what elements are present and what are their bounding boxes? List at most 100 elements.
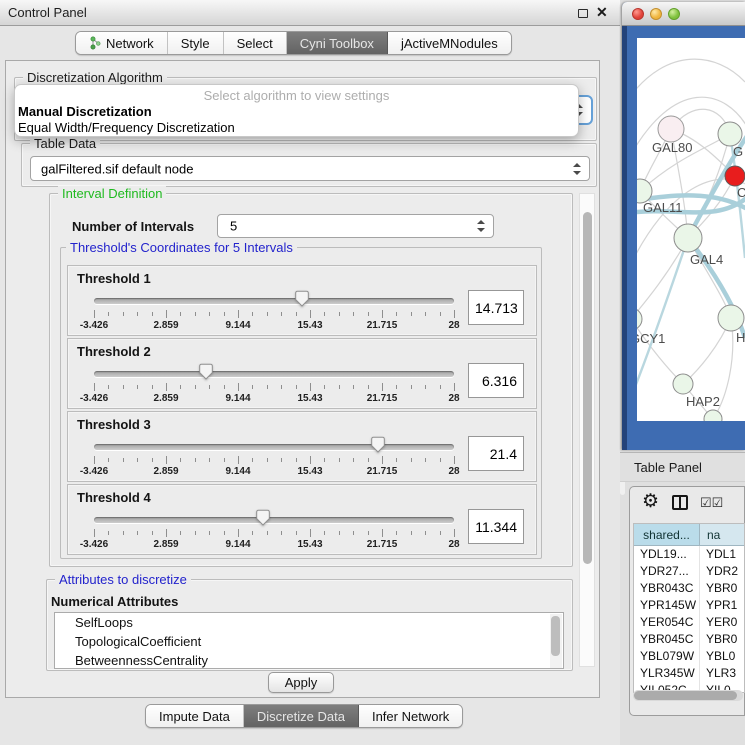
cell-name: YER0	[700, 614, 744, 631]
table-row[interactable]: YLR345WYLR3	[634, 665, 744, 682]
attribute-list-item[interactable]: SelfLoops	[55, 613, 563, 632]
threshold-1-value-field[interactable]	[468, 290, 524, 325]
network-window-frame: GAL80GCGAL11GAL4GCY1HHAP2	[622, 26, 745, 450]
network-node[interactable]	[674, 224, 702, 252]
popup-option-equal-width[interactable]: Equal Width/Frequency Discretization	[15, 120, 578, 136]
table-row[interactable]: YDL19...YDL1	[634, 546, 744, 563]
tick-label: 9.144	[225, 393, 250, 404]
slider-thumb[interactable]	[256, 509, 271, 526]
threshold-2-value-field[interactable]	[468, 363, 524, 398]
popup-placeholder: Select algorithm to view settings	[15, 88, 578, 104]
threshold-slider[interactable]: -3.4262.8599.14415.4321.71528	[94, 290, 454, 334]
tab-cyni-toolbox[interactable]: Cyni Toolbox	[287, 32, 388, 54]
table-row[interactable]: YBR045CYBR0	[634, 631, 744, 648]
float-window-icon[interactable]	[578, 9, 588, 18]
mac-zoom-button[interactable]	[668, 8, 680, 20]
column-header-name[interactable]: na	[700, 524, 744, 545]
popup-option-manual-discretization[interactable]: Manual Discretization	[15, 104, 578, 120]
slider-ticks	[94, 382, 454, 392]
cell-name: YPR1	[700, 597, 744, 614]
interval-definition-group: Interval Definition Number of Intervals …	[49, 193, 573, 567]
cell-name: YDL1	[700, 546, 744, 563]
gear-icon[interactable]: ⚙	[642, 490, 659, 513]
combobox-value: galFiltered.sif default node	[41, 161, 193, 176]
attribute-list-item[interactable]: BetweennessCentrality	[55, 651, 563, 669]
list-scrollbar-thumb[interactable]	[551, 616, 560, 656]
network-node[interactable]	[718, 122, 742, 146]
column-layout-icon[interactable]	[672, 495, 688, 510]
network-window-titlebar	[622, 2, 745, 26]
cell-shared-name: YDL19...	[634, 546, 700, 563]
table-horizontal-scrollbar[interactable]	[633, 690, 743, 701]
network-node[interactable]	[718, 305, 744, 331]
tick-label: 21.715	[367, 320, 398, 331]
table-toolbar: ⚙ ☑☑	[630, 487, 744, 521]
table-row[interactable]: YER054CYER0	[634, 614, 744, 631]
slider-track[interactable]	[94, 371, 454, 377]
number-of-intervals-combobox[interactable]: 5	[217, 214, 494, 238]
slider-track[interactable]	[94, 517, 454, 523]
network-canvas[interactable]: GAL80GCGAL11GAL4GCY1HHAP2	[637, 38, 745, 421]
tick-label: 21.715	[367, 393, 398, 404]
tab-infer-network[interactable]: Infer Network	[359, 705, 462, 727]
network-node[interactable]	[658, 116, 684, 142]
top-tab-bar: Network StyleSelectCyni ToolboxjActiveMNo…	[75, 31, 512, 55]
cell-shared-name: YER054C	[634, 614, 700, 631]
numerical-attributes-label: Numerical Attributes	[51, 594, 178, 609]
tick-label: 28	[448, 393, 459, 404]
tab-impute-data[interactable]: Impute Data	[146, 705, 244, 727]
tab-select[interactable]: Select	[224, 32, 287, 54]
threshold-slider[interactable]: -3.4262.8599.14415.4321.71528	[94, 363, 454, 407]
tick-label: 2.859	[153, 539, 178, 550]
tab-network[interactable]: Network	[76, 32, 168, 54]
cell-name: YBR0	[700, 580, 744, 597]
threshold-3-value-field[interactable]	[468, 436, 524, 471]
table-row[interactable]: YDR27...YDR2	[634, 563, 744, 580]
network-node[interactable]	[637, 308, 642, 330]
tick-label: 9.144	[225, 466, 250, 477]
column-header-shared-name[interactable]: shared...	[634, 524, 700, 545]
network-edge	[637, 59, 745, 98]
table-header-row: shared... na	[634, 524, 744, 546]
slider-track[interactable]	[94, 298, 454, 304]
slider-ticks	[94, 528, 454, 538]
threshold-slider[interactable]: -3.4262.8599.14415.4321.71528	[94, 509, 454, 553]
tab-jactivemnodules[interactable]: jActiveMNodules	[388, 32, 511, 54]
tab-style[interactable]: Style	[168, 32, 224, 54]
threshold-slider[interactable]: -3.4262.8599.14415.4321.71528	[94, 436, 454, 480]
slider-track[interactable]	[94, 444, 454, 450]
table-row[interactable]: YBL079WYBL0	[634, 648, 744, 665]
panel-vertical-scrollbar[interactable]	[579, 193, 595, 667]
attributes-group: Attributes to discretize Numerical Attri…	[46, 579, 573, 671]
node-table[interactable]: shared... na YDL19...YDL1YDR27...YDR2YBR…	[633, 523, 745, 693]
attribute-list-item[interactable]: TopologicalCoefficient	[55, 632, 563, 651]
threshold-4-value-field[interactable]	[468, 509, 524, 544]
tick-label: 2.859	[153, 466, 178, 477]
slider-thumb[interactable]	[198, 363, 213, 380]
list-scrollbar[interactable]	[550, 614, 562, 668]
tab-label: Network	[106, 36, 154, 51]
scrollbar-thumb[interactable]	[634, 691, 737, 700]
mac-minimize-button[interactable]	[650, 8, 662, 20]
table-data-combobox[interactable]: galFiltered.sif default node	[30, 156, 590, 181]
table-row[interactable]: YPR145WYPR1	[634, 597, 744, 614]
close-icon[interactable]: ✕	[596, 4, 608, 21]
network-edge	[637, 319, 683, 384]
attributes-listbox[interactable]: SelfLoopsTopologicalCoefficientBetweenne…	[54, 612, 564, 669]
combobox-value: 5	[230, 219, 237, 234]
scrollbar-thumb[interactable]	[583, 212, 592, 564]
tick-label: 9.144	[225, 320, 250, 331]
tab-discretize-data[interactable]: Discretize Data	[244, 705, 359, 727]
slider-thumb[interactable]	[371, 436, 386, 453]
mac-close-button[interactable]	[632, 8, 644, 20]
select-columns-icon[interactable]: ☑☑	[700, 495, 723, 511]
slider-thumb[interactable]	[294, 290, 309, 307]
table-panel-title: Table Panel	[634, 460, 702, 475]
network-node[interactable]	[725, 166, 745, 186]
table-row[interactable]: YBR043CYBR0	[634, 580, 744, 597]
network-node[interactable]	[673, 374, 693, 394]
tick-label: 15.43	[297, 466, 322, 477]
tick-label: -3.426	[80, 320, 108, 331]
apply-button[interactable]: Apply	[268, 672, 334, 693]
attributes-items: SelfLoopsTopologicalCoefficientBetweenne…	[55, 613, 563, 669]
